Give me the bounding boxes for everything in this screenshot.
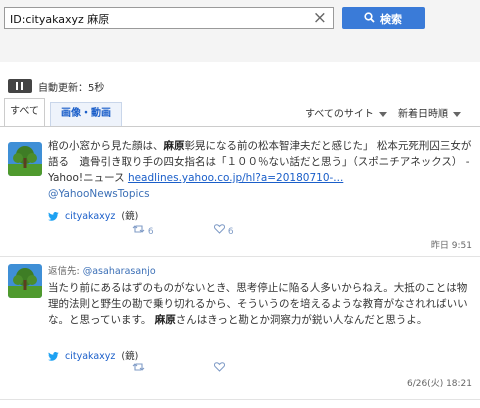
tab-bar: すべて 画像・動画 すべてのサイト 新着日時順 [0,98,480,127]
tweet-text: 棺の小窓から見た顔は、麻原彰晃になる前の松本智津夫だと感じた」 松本元死刑囚三女… [48,138,472,202]
reply-label: 返信先: [48,266,80,277]
chevron-down-icon [378,111,387,117]
retweet-icon [132,225,145,233]
tweet-time[interactable]: 6/26(火) 18:21 [407,376,472,389]
search-icon [364,12,375,23]
reply-to: 返信先: @asaharasanjo [48,263,156,277]
twitter-bird-icon [48,212,59,221]
tweet-item: 棺の小窓から見た顔は、麻原彰晃になる前の松本智津夫だと感じた」 松本元死刑囚三女… [0,136,480,256]
search-box[interactable]: ID:cityakaxyz 麻原 × [4,7,334,29]
auto-update-label: 自動更新：5秒 [38,83,105,94]
twitter-bird-icon [48,352,59,361]
tweet-text-part: さんはきっと勘とか洞察力が鋭い人なんだと思うよ。 [175,314,428,326]
divider [0,256,480,257]
search-button-label: 検索 [380,13,402,26]
site-filter-label: すべてのサイト [305,109,374,120]
tweet-display-name: (鏡) [121,351,139,362]
avatar[interactable] [8,142,42,176]
tweet-source: cityakaxyz (鏡) [48,348,138,362]
tweet-display-name: (鏡) [121,211,139,222]
heart-icon [213,224,226,234]
heart-icon [213,362,226,372]
sort-order-dropdown[interactable]: 新着日時順 [398,105,461,120]
avatar[interactable] [8,264,42,298]
tweet-link[interactable]: headlines.yahoo.co.jp/hl?a=20180710-... [128,172,343,184]
search-input[interactable]: ID:cityakaxyz 麻原 [10,11,109,27]
tweet-item: 返信先: @asaharasanjo 当たり前にあるはずのものがないとき、思考停… [0,262,480,408]
sort-order-label: 新着日時順 [398,109,448,120]
tweet-username[interactable]: cityakaxyz [65,351,115,362]
retweet-button[interactable]: 6 [132,224,154,237]
tab-media[interactable]: 画像・動画 [50,102,122,126]
highlight-keyword: 麻原 [163,140,185,152]
pause-icon-bar [21,82,23,90]
mention-link[interactable]: @YahooNewsTopics [48,188,150,200]
retweet-count: 6 [147,227,154,237]
highlight-keyword: 麻原 [154,314,176,326]
tweet-text-part: 棺の小窓から見た顔は、 [48,140,164,152]
like-button[interactable] [213,362,226,375]
top-bar: ID:cityakaxyz 麻原 × 検索 [0,0,480,62]
site-filter-dropdown[interactable]: すべてのサイト [305,105,387,120]
retweet-icon [132,363,145,371]
like-button[interactable]: 6 [213,224,234,237]
clear-search-icon[interactable]: × [313,8,327,28]
reply-mention[interactable]: @asaharasanjo [83,266,156,277]
like-count: 6 [227,227,234,237]
chevron-down-icon [453,111,461,117]
tab-all[interactable]: すべて [4,98,45,126]
divider [0,399,480,400]
tweet-source: cityakaxyz (鏡) [48,208,138,222]
tweet-time[interactable]: 昨日 9:51 [431,238,472,251]
pause-icon [16,82,18,90]
search-button[interactable]: 検索 [342,7,425,29]
pause-button[interactable] [8,79,32,93]
tweet-username[interactable]: cityakaxyz [65,211,115,222]
retweet-button[interactable] [132,362,145,375]
tweet-text: 当たり前にあるはずのものがないとき、思考停止に陥る人多いからねえ。大抵のことは物… [48,280,472,328]
